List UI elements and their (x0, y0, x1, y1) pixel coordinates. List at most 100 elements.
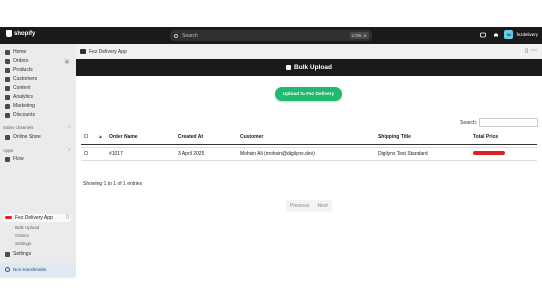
sidebar-item-marketing[interactable]: Marketing (5, 103, 35, 109)
row-checkbox[interactable] (84, 150, 88, 155)
redaction-mark (472, 151, 505, 156)
sidebar-item-analytics[interactable]: Analytics (5, 94, 33, 100)
shopify-logo[interactable]: shopify (6, 30, 35, 37)
person-icon (5, 76, 10, 82)
store-switcher[interactable]: fd fezdelivery (504, 30, 538, 39)
store-avatar: fd (504, 30, 514, 39)
sidebar-item-content[interactable]: Content (5, 85, 31, 91)
pin-icon[interactable]: ▯ (66, 214, 69, 220)
home-icon (5, 49, 10, 55)
col-total-price[interactable]: Total Price (469, 131, 537, 145)
sidebar-item-customers[interactable]: Customers (5, 76, 37, 82)
non-transferable-banner[interactable]: Non-transferable (0, 263, 76, 276)
apps-heading: Apps (3, 148, 14, 153)
sidebar-item-label: Marketing (13, 103, 35, 109)
top-blank-band (0, 0, 542, 27)
sidebar-item-flow[interactable]: Flow (5, 156, 24, 162)
chevron-right-icon[interactable]: › (68, 147, 70, 153)
tag-icon (5, 67, 10, 73)
sidebar-item-products[interactable]: Products (5, 67, 33, 73)
cell-shipping-title: Digilynx Test Standard (374, 147, 470, 161)
sidebar-item-label: Discounts (13, 112, 35, 118)
orders-table: ▲ Order Name Created At Customer Shippin… (81, 131, 537, 161)
search-placeholder: Search (182, 32, 198, 39)
table-header-row: ▲ Order Name Created At Customer Shippin… (81, 131, 537, 145)
sidebar-item-label: Home (13, 49, 27, 55)
cell-created-at: 3 April 2025 (174, 147, 237, 161)
global-search-input[interactable]: Search CTRL K (170, 30, 372, 41)
gear-icon (5, 251, 10, 257)
sidebar-item-label: Flow (13, 156, 24, 162)
col-order-name[interactable]: Order Name (105, 131, 175, 145)
bottom-blank-band (0, 278, 542, 305)
flow-icon (5, 156, 10, 162)
calendar-icon (286, 65, 292, 70)
more-options-icon[interactable]: ⋯ (531, 47, 537, 54)
chevron-right-icon[interactable]: › (68, 124, 70, 130)
admin-topbar: shopify Search CTRL K fd fezdelivery (0, 27, 542, 44)
col-created-at[interactable]: Created At (174, 131, 237, 145)
bell-icon[interactable] (493, 32, 499, 38)
next-button[interactable]: Next (313, 200, 331, 212)
sidebar-item-home[interactable]: Home (5, 49, 26, 55)
app-title: Fez Delivery App (89, 48, 127, 55)
sidebar-item-discounts[interactable]: Discounts (5, 112, 35, 118)
col-shipping-title[interactable]: Shipping Title (374, 131, 470, 145)
sidebar-item-label: Settings (13, 251, 32, 257)
pin-icon[interactable]: ▯ (525, 48, 528, 54)
cell-total-price (469, 147, 537, 161)
sidebar: Home Orders 4 Products Customers Content… (0, 44, 76, 278)
search-label: Search: (460, 119, 478, 126)
content-icon (5, 85, 10, 91)
sidekick-icon[interactable] (480, 32, 486, 38)
sales-channels-heading: Sales channels (3, 125, 34, 130)
sidebar-item-fez-delivery-app[interactable]: Fez Delivery App (15, 215, 53, 221)
sort-asc-icon[interactable]: ▲ (98, 134, 103, 140)
search-icon (174, 33, 178, 38)
cell-customer: Mohsin Ali (mohsin@digilynx.dev) (236, 147, 375, 161)
app-subitem-bulk-upload[interactable]: Bulk Upload (15, 225, 39, 230)
sidebar-item-label: Online Store (13, 134, 41, 140)
page-header: Bulk Upload (76, 59, 542, 76)
non-transferable-label: Non-transferable (13, 267, 47, 272)
sidebar-item-settings[interactable]: Settings (5, 251, 31, 257)
sort-header[interactable]: ▲ (95, 131, 106, 145)
sidebar-item-online-store[interactable]: Online Store (5, 134, 41, 140)
screenshot-root: shopify Search CTRL K fd fezdelivery Hom… (0, 0, 542, 305)
shopping-bag-icon (6, 30, 12, 37)
row-select-cell[interactable] (81, 147, 95, 161)
previous-button[interactable]: Previous (286, 200, 313, 212)
row-empty-cell (95, 147, 106, 161)
table-search: Search: (460, 118, 539, 127)
table-row[interactable]: #1017 3 April 2025 Mohsin Ali (mohsin@di… (81, 147, 537, 161)
orders-icon (5, 58, 10, 64)
app-subitem-settings[interactable]: Settings (15, 241, 31, 246)
redaction-mark (5, 216, 12, 219)
main-area: Fez Delivery App ▯ ⋯ Bulk Upload Upload … (76, 44, 542, 278)
storefront-icon (5, 134, 10, 140)
sidebar-item-label: Analytics (13, 94, 34, 100)
upload-to-fez-delivery-button[interactable]: Upload to Fez Delivery (275, 87, 342, 101)
store-name: fezdelivery (516, 32, 538, 37)
sidebar-item-orders[interactable]: Orders (5, 58, 71, 64)
sidebar-item-label: Content (13, 85, 31, 91)
info-icon (5, 267, 10, 272)
table-search-input[interactable] (479, 118, 539, 127)
select-all-header[interactable] (81, 131, 95, 145)
table-summary: Showing 1 to 1 of 1 entries (83, 181, 143, 187)
discount-icon (5, 112, 10, 118)
pagination: Previous Next (286, 200, 332, 212)
col-customer[interactable]: Customer (236, 131, 375, 145)
page-title: Bulk Upload (294, 64, 332, 71)
orders-count-badge: 4 (63, 59, 70, 64)
sidebar-item-label: Orders (13, 58, 29, 64)
sidebar-item-label: Products (13, 67, 33, 73)
kbd-k: K (362, 32, 369, 39)
select-all-checkbox[interactable] (84, 134, 88, 139)
app-title-bar: Fez Delivery App ▯ ⋯ (76, 44, 542, 59)
cell-order-name: #1017 (105, 147, 175, 161)
app-subitem-orders[interactable]: Orders (15, 233, 29, 238)
brand-name: shopify (14, 30, 36, 37)
chart-icon (5, 94, 10, 100)
sidebar-item-label: Customers (13, 76, 38, 82)
